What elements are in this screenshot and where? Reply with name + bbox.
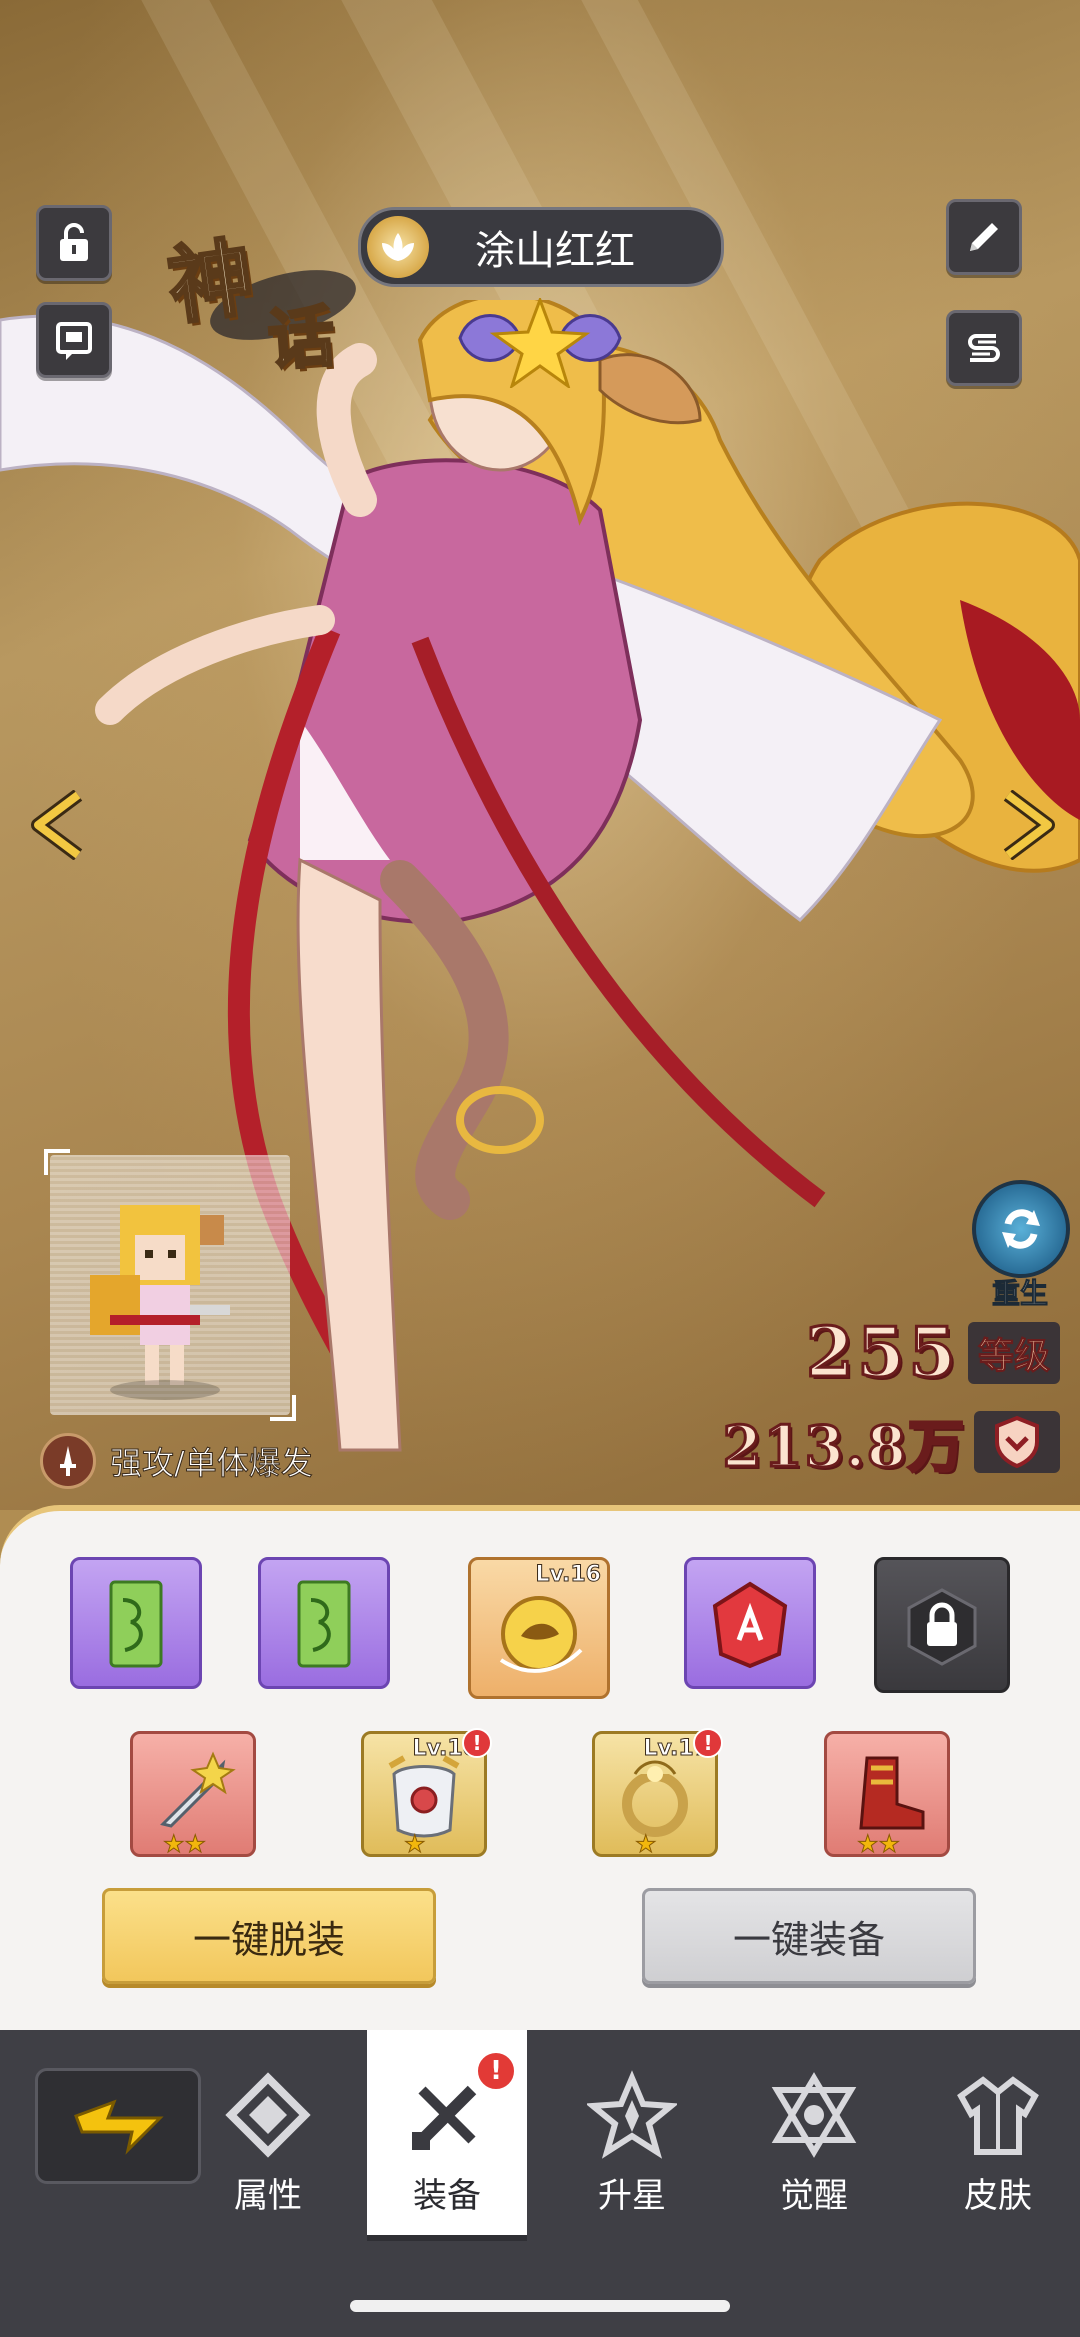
talisman-icon: [109, 1580, 163, 1668]
level-tag: 等级: [968, 1322, 1060, 1384]
next-hero-arrow[interactable]: [998, 790, 1058, 860]
sword-role-icon: [40, 1433, 96, 1489]
frame-icon: [56, 322, 92, 360]
character-name: 涂山红红: [475, 228, 635, 274]
ring-stars: ★: [635, 1830, 657, 1859]
tab-star-up[interactable]: 升星: [552, 2030, 712, 2230]
attributes-icon: [225, 2072, 311, 2158]
unlock-button[interactable]: [36, 205, 112, 281]
hero-pixel-portrait[interactable]: [44, 1149, 296, 1421]
tab-star-up-label: 升星: [598, 2176, 666, 2216]
star-up-icon: [585, 2070, 679, 2159]
pixel-sprite: [90, 1205, 230, 1400]
skin-icon: [957, 2076, 1039, 2155]
rarity-mythic-label: 神 话: [161, 215, 364, 381]
level-label: 等级: [977, 1336, 1050, 1378]
equip-all-button[interactable]: 一键装备: [642, 1888, 976, 1984]
tab-awaken-label: 觉醒: [780, 2176, 848, 2216]
skin-switch-button[interactable]: [946, 310, 1022, 386]
boots-stars: ★★: [856, 1830, 901, 1859]
level-value: 255: [805, 1312, 960, 1395]
rarity-char-2: 话: [264, 295, 338, 380]
lotus-icon: [367, 216, 429, 278]
armor-stars: ★: [404, 1830, 426, 1859]
role-tag: 强攻/单体爆发: [40, 1433, 313, 1489]
tab-equipment[interactable]: ! 装备: [367, 2030, 527, 2241]
character-scene: 神 话 涂山红红 重生 255 等级 213.8万 强攻/单体爆发: [0, 0, 1080, 1510]
lightning-back-icon: [74, 2099, 164, 2155]
reborn-button[interactable]: 重生: [972, 1180, 1070, 1311]
reborn-label: 重生: [991, 1277, 1048, 1311]
ring-alert-icon: !: [693, 1728, 723, 1758]
character-name-plate: 涂山红红: [358, 207, 724, 287]
refresh-icon: [972, 1180, 1070, 1278]
power-value: 213.8万: [721, 1412, 966, 1481]
tab-equipment-label: 装备: [413, 2176, 481, 2216]
tab-skin[interactable]: 皮肤: [918, 2030, 1078, 2230]
boots-slot[interactable]: ★★: [824, 1731, 950, 1859]
lock-icon: [907, 1588, 977, 1666]
power-display: 213.8万: [721, 1407, 1060, 1481]
equipment-alert-icon: !: [475, 2050, 517, 2092]
home-indicator[interactable]: [350, 2300, 730, 2312]
rarity-char-1: 神: [161, 225, 261, 338]
unlock-icon: [60, 223, 88, 261]
golden-orb-slot[interactable]: Lv.16: [468, 1557, 610, 1699]
weapon-stars: ★★: [162, 1830, 207, 1859]
tab-skin-label: 皮肤: [964, 2176, 1032, 2216]
locked-slot[interactable]: [874, 1557, 1010, 1693]
ring-slot[interactable]: Lv.17 ! ★: [592, 1728, 723, 1859]
role-text: 强攻/单体爆发: [110, 1444, 314, 1483]
armor-slot[interactable]: Lv.10 ! ★: [361, 1728, 492, 1859]
pencil-icon: [970, 223, 998, 251]
red-gem-icon: [712, 1581, 788, 1669]
awaken-icon: [771, 2072, 857, 2158]
unequip-all-button[interactable]: 一键脱装: [102, 1888, 436, 1984]
tab-awaken[interactable]: 觉醒: [734, 2030, 894, 2230]
talisman-slot-1[interactable]: [70, 1557, 202, 1689]
back-button[interactable]: [35, 2068, 201, 2184]
power-shield-icon: [974, 1411, 1060, 1473]
orb-level: Lv.16: [535, 1562, 602, 1588]
talisman-icon: [297, 1580, 351, 1668]
previous-hero-arrow[interactable]: [28, 790, 88, 860]
armor-alert-icon: !: [462, 1728, 492, 1758]
s-swap-icon: [968, 334, 1000, 362]
display-mode-button[interactable]: [36, 302, 112, 378]
tab-attributes-label: 属性: [234, 2176, 302, 2216]
rename-button[interactable]: [946, 199, 1022, 275]
talisman-slot-2[interactable]: [258, 1557, 390, 1689]
red-gem-slot[interactable]: [684, 1557, 816, 1689]
rank-star-badge-icon: [458, 298, 622, 388]
tab-attributes[interactable]: 属性: [188, 2030, 348, 2230]
weapon-slot[interactable]: ★★: [130, 1731, 256, 1859]
level-display: 255 等级: [805, 1312, 1060, 1395]
